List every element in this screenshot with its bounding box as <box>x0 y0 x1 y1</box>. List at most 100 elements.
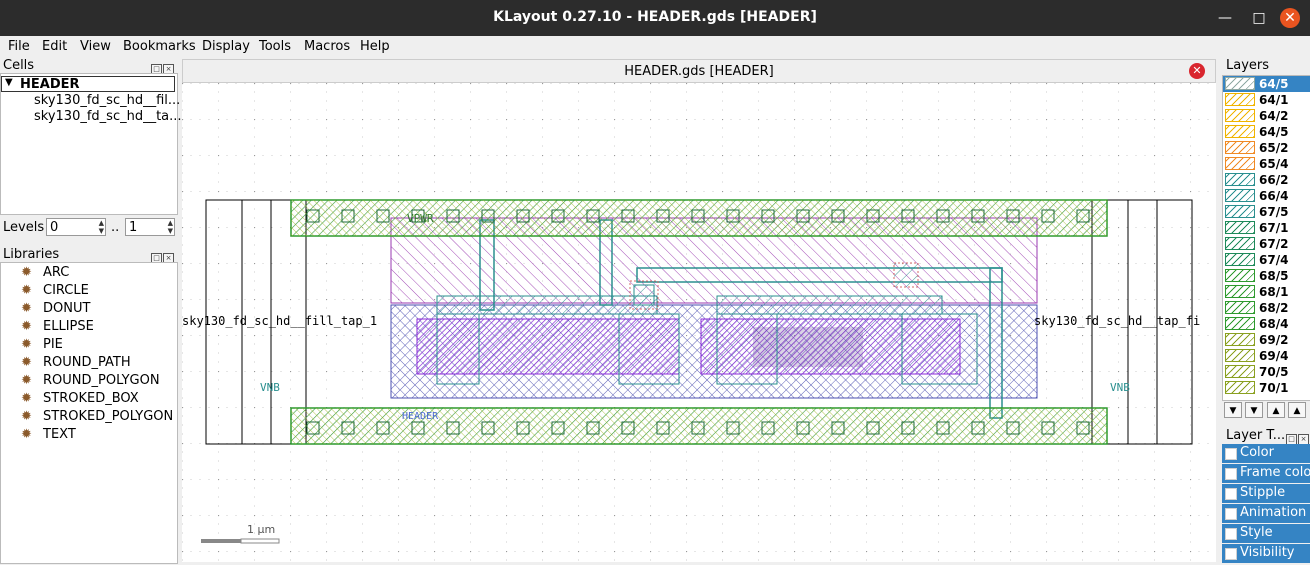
library-item-label: STROKED_POLYGON <box>43 409 174 424</box>
library-item-circle[interactable]: ✹ CIRCLE <box>21 283 89 301</box>
toolbox-visibility[interactable]: Visibility <box>1222 544 1310 563</box>
move-top-icon[interactable]: ▲ <box>1288 402 1306 418</box>
layer-swatch-icon <box>1225 269 1255 282</box>
expand-arrow-icon[interactable]: ▼ <box>5 77 13 88</box>
layer-item[interactable]: 64/5 <box>1223 124 1310 140</box>
layer-name: 70/1 <box>1259 381 1289 395</box>
libraries-dock-buttons[interactable]: □ × <box>151 249 175 264</box>
minimize-icon[interactable]: — <box>1215 8 1235 28</box>
layer-item[interactable]: 64/5 <box>1223 76 1310 92</box>
library-item-label: ARC <box>43 265 70 280</box>
layer-swatch-icon <box>1225 349 1255 362</box>
layer-name: 68/5 <box>1259 269 1289 283</box>
move-up-icon[interactable]: ▲ <box>1267 402 1285 418</box>
layer-name: 65/4 <box>1259 157 1289 171</box>
layer-item[interactable]: 70/5 <box>1223 364 1310 380</box>
toolbox-stipple[interactable]: Stipple <box>1222 484 1310 503</box>
layer-item[interactable]: 68/4 <box>1223 316 1310 332</box>
layer-name: 70/5 <box>1259 365 1289 379</box>
layer-item[interactable]: 67/4 <box>1223 252 1310 268</box>
layer-item[interactable]: 67/5 <box>1223 204 1310 220</box>
cell-item-child[interactable]: sky130_fd_sc_hd__fil... <box>34 93 180 109</box>
window-title: KLayout 0.27.10 - HEADER.gds [HEADER] <box>493 9 817 25</box>
cells-dock-buttons[interactable]: □ × <box>151 60 175 75</box>
layer-item[interactable]: 69/4 <box>1223 348 1310 364</box>
checkbox[interactable] <box>1225 468 1237 480</box>
li-strip-right <box>716 295 943 315</box>
layer-name: 67/5 <box>1259 205 1289 219</box>
menu-file[interactable]: File <box>8 39 30 54</box>
move-bottom-icon[interactable]: ▼ <box>1224 402 1242 418</box>
layout-canvas[interactable]: VPWR VNB VNB HEADER sky130_fd_sc_hd__fil… <box>182 83 1216 562</box>
layer-item[interactable]: 67/2 <box>1223 236 1310 252</box>
layers-panel-title: Layers <box>1226 58 1270 73</box>
layer-item[interactable]: 70/1 <box>1223 380 1310 396</box>
toolbox-animation[interactable]: Animation <box>1222 504 1310 523</box>
library-item-round-path[interactable]: ✹ ROUND_PATH <box>21 355 131 373</box>
library-item-ellipse[interactable]: ✹ ELLIPSE <box>21 319 94 337</box>
scale-bar-light <box>240 538 280 544</box>
spin-arrows-icon[interactable]: ▲ ▼ <box>99 219 104 235</box>
menu-edit[interactable]: Edit <box>42 39 67 54</box>
maximize-icon[interactable]: □ <box>1249 8 1269 28</box>
menu-tools[interactable]: Tools <box>259 39 291 54</box>
toolbox-frame-color[interactable]: Frame color <box>1222 464 1310 483</box>
layout-view-tab[interactable]: HEADER.gds [HEADER] ✕ <box>182 59 1216 83</box>
layers-list: 64/5 64/1 64/2 64/5 65/2 65/4 66/2 66/4 67/5 67/1… <box>1222 75 1310 401</box>
library-item-stroked-polygon[interactable]: ✹ STROKED_POLYGON <box>21 409 173 427</box>
layer-order-buttons: ▼ ▼ ▲ ▲ <box>1222 401 1310 419</box>
vnb-label-right: VNB <box>1110 381 1130 394</box>
layer-item[interactable]: 65/4 <box>1223 156 1310 172</box>
layer-item[interactable]: 64/1 <box>1223 92 1310 108</box>
layer-item[interactable]: 64/2 <box>1223 108 1310 124</box>
cell-item-top[interactable]: ▼ HEADER <box>1 76 175 92</box>
layer-item[interactable]: 69/2 <box>1223 332 1310 348</box>
toolbox-label: Visibility <box>1240 545 1295 560</box>
layer-item[interactable]: 68/5 <box>1223 268 1310 284</box>
levels-from-spinbox[interactable]: 0 ▲ ▼ <box>46 218 106 236</box>
checkbox[interactable] <box>1225 448 1237 460</box>
close-window-icon[interactable]: ✕ <box>1280 8 1300 28</box>
menu-macros[interactable]: Macros <box>304 39 350 54</box>
gear-icon: ✹ <box>21 427 32 442</box>
layer-swatch-icon <box>1225 301 1255 314</box>
gear-icon: ✹ <box>21 265 32 280</box>
layer-item[interactable]: 66/2 <box>1223 172 1310 188</box>
toolbox-style[interactable]: Style <box>1222 524 1310 543</box>
menu-bookmarks[interactable]: Bookmarks <box>123 39 196 54</box>
cells-tree: ▼ HEADER sky130_fd_sc_hd__fil... sky130_… <box>0 73 182 215</box>
layer-item[interactable]: 68/1 <box>1223 284 1310 300</box>
menu-help[interactable]: Help <box>360 39 390 54</box>
layout-drawing[interactable]: VPWR VNB VNB HEADER sky130_fd_sc_hd__fil… <box>182 83 1216 562</box>
layer-item[interactable]: 67/1 <box>1223 220 1310 236</box>
gear-icon: ✹ <box>21 301 32 316</box>
toolbox-dock-buttons[interactable]: □ × <box>1286 430 1310 445</box>
library-item-round-polygon[interactable]: ✹ ROUND_POLYGON <box>21 373 160 391</box>
layer-swatch-icon <box>1225 365 1255 378</box>
close-view-icon[interactable]: ✕ <box>1189 63 1205 79</box>
layer-swatch-icon <box>1225 221 1255 234</box>
checkbox[interactable] <box>1225 508 1237 520</box>
via-contact <box>633 284 655 306</box>
checkbox[interactable] <box>1225 548 1237 560</box>
cell-item-child[interactable]: sky130_fd_sc_hd__ta... <box>34 109 182 125</box>
library-item-text[interactable]: ✹ TEXT <box>21 427 76 445</box>
library-item-stroked-box[interactable]: ✹ STROKED_BOX <box>21 391 139 409</box>
checkbox[interactable] <box>1225 528 1237 540</box>
layer-item[interactable]: 65/2 <box>1223 140 1310 156</box>
layer-item[interactable]: 66/4 <box>1223 188 1310 204</box>
checkbox[interactable] <box>1225 488 1237 500</box>
menu-view[interactable]: View <box>80 39 111 54</box>
layer-name: 67/4 <box>1259 253 1289 267</box>
library-item-pie[interactable]: ✹ PIE <box>21 337 63 355</box>
layer-swatch-icon <box>1225 237 1255 250</box>
levels-separator: .. <box>111 220 120 235</box>
library-item-donut[interactable]: ✹ DONUT <box>21 301 90 319</box>
menu-display[interactable]: Display <box>202 39 250 54</box>
levels-to-spinbox[interactable]: 1 ▲ ▼ <box>125 218 175 236</box>
layer-item[interactable]: 68/2 <box>1223 300 1310 316</box>
spin-arrows-icon[interactable]: ▲ ▼ <box>168 219 173 235</box>
move-down-icon[interactable]: ▼ <box>1245 402 1263 418</box>
toolbox-color[interactable]: Color <box>1222 444 1310 463</box>
library-item-arc[interactable]: ✹ ARC <box>21 265 69 283</box>
